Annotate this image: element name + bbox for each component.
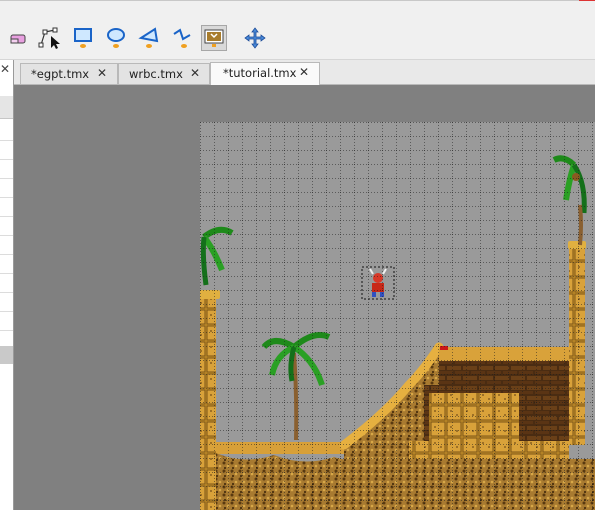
panel-row-divider bbox=[0, 311, 13, 312]
panel-row-divider bbox=[0, 197, 13, 198]
tab-tutorial[interactable]: *tutorial.tmx ✕ bbox=[210, 62, 320, 85]
tab-label: wrbc.tmx bbox=[129, 67, 183, 81]
polyline-icon bbox=[173, 28, 191, 48]
move-icon bbox=[244, 27, 266, 49]
tab-egpt[interactable]: *egpt.tmx ✕ bbox=[20, 63, 118, 84]
close-icon[interactable]: ✕ bbox=[97, 66, 107, 80]
move-tool-button[interactable] bbox=[242, 25, 268, 51]
eraser-icon bbox=[10, 34, 26, 44]
panel-selected-row[interactable] bbox=[0, 346, 13, 364]
polygon-icon bbox=[138, 27, 159, 48]
insert-ellipse-tool-button[interactable] bbox=[103, 25, 129, 51]
tab-label: *tutorial.tmx bbox=[223, 66, 297, 80]
insert-rectangle-tool-button[interactable] bbox=[70, 25, 96, 51]
panel-row-divider bbox=[0, 292, 13, 293]
panel-row-divider bbox=[0, 159, 13, 160]
ellipse-icon bbox=[107, 28, 125, 48]
insert-polyline-tool-button[interactable] bbox=[169, 25, 195, 51]
document-tab-bar: *egpt.tmx ✕ wrbc.tmx ✕ *tutorial.tmx ✕ bbox=[0, 60, 595, 85]
panel-row-divider bbox=[0, 178, 13, 179]
panel-row-divider bbox=[0, 330, 13, 331]
toolbar bbox=[0, 1, 595, 60]
tab-label: *egpt.tmx bbox=[31, 67, 90, 81]
tile-map[interactable] bbox=[14, 85, 595, 510]
insert-polygon-tool-button[interactable] bbox=[136, 25, 162, 51]
close-icon[interactable]: ✕ bbox=[190, 66, 200, 80]
panel-row-divider bbox=[0, 140, 13, 141]
close-icon[interactable]: ✕ bbox=[299, 65, 309, 79]
rectangle-icon bbox=[74, 28, 92, 48]
insert-tile-icon bbox=[204, 29, 224, 47]
insert-tile-tool-button[interactable] bbox=[201, 25, 227, 51]
panel-row-divider bbox=[0, 235, 13, 236]
map-canvas[interactable] bbox=[14, 85, 595, 510]
panel-row-divider bbox=[0, 216, 13, 217]
panel-row-divider bbox=[0, 273, 13, 274]
panel-header bbox=[0, 96, 13, 119]
panel-row-divider bbox=[0, 254, 13, 255]
tile-grid bbox=[200, 122, 595, 510]
tab-wrbc[interactable]: wrbc.tmx ✕ bbox=[118, 63, 210, 84]
select-objects-icon bbox=[38, 27, 60, 49]
select-objects-tool-button[interactable] bbox=[37, 25, 63, 51]
left-dock-panel: ✕ bbox=[0, 60, 14, 510]
close-icon[interactable]: ✕ bbox=[0, 62, 10, 76]
eraser-tool-button[interactable] bbox=[5, 25, 31, 51]
